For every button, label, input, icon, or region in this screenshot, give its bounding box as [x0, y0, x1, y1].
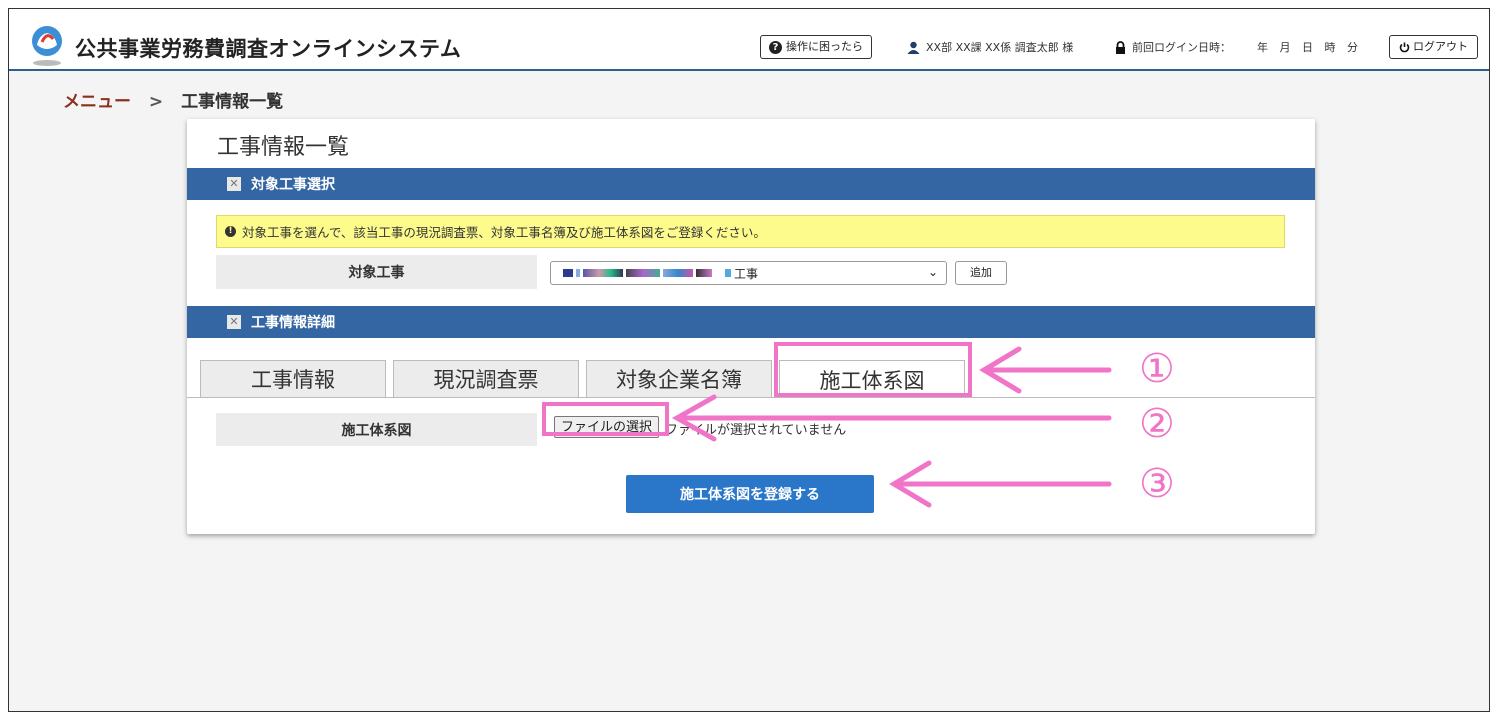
annotation-arrows: [671, 346, 1112, 508]
annotation-number-1: ①: [1139, 346, 1175, 392]
annotation-number-2: ②: [1139, 401, 1175, 447]
annotation-number-3: ③: [1139, 461, 1175, 507]
app-window: 公共事業労務費調査オンラインシステム ? 操作に困ったら XX部 XX課 XX係…: [8, 8, 1490, 712]
